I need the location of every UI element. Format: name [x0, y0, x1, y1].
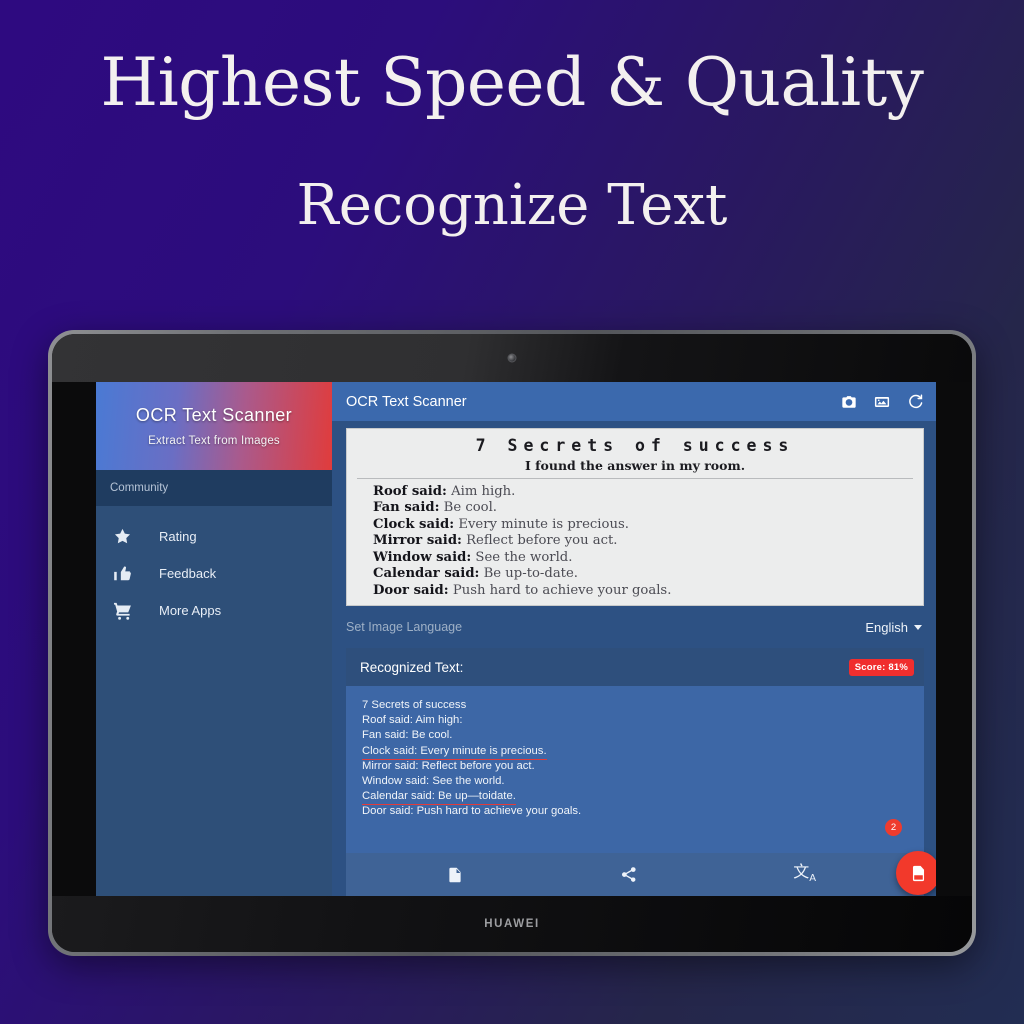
recognized-text-line: Calendar said: Be up—toidate. [362, 786, 910, 806]
chevron-down-icon [914, 624, 922, 630]
suggestion-count-badge[interactable]: 2 [885, 819, 902, 836]
drawer-app-title: OCR Text Scanner [135, 405, 293, 425]
scan-image-line: Window said: See the world. [373, 550, 913, 567]
thumbs-up-icon [113, 564, 143, 583]
scan-line-quote: Every minute is precious. [458, 516, 629, 532]
copy-document-icon[interactable] [446, 866, 464, 884]
scan-line-speaker: Calendar said: [373, 566, 480, 582]
app-bar: OCR Text Scanner [332, 382, 936, 421]
recognized-text-card: Recognized Text: Score: 81% 7 Secrets of… [346, 648, 936, 896]
sidebar-item-more-apps-label: More Apps [159, 603, 222, 618]
gallery-icon[interactable] [874, 394, 890, 410]
recognized-line-text: Door said: Push hard to achieve your goa… [362, 805, 582, 818]
language-selected-value: English [865, 619, 908, 635]
tablet-body: OCR Text Scanner Extract Text from Image… [52, 334, 972, 952]
scan-line-quote: Be cool. [443, 500, 498, 516]
sidebar-item-rating[interactable]: Rating [96, 518, 332, 555]
promo-headline-primary: Highest Speed & Quality [100, 44, 924, 121]
scan-image-line: Roof said: Aim high. [373, 484, 913, 501]
scan-image-line: Door said: Push hard to achieve your goa… [373, 583, 913, 600]
shopping-cart-icon [113, 601, 143, 621]
scan-image-lines: Roof said: Aim high. Fan said: Be cool. … [357, 484, 913, 600]
recognized-text-line: Fan said: Be cool. [362, 725, 910, 741]
scan-image-line: Mirror said: Reflect before you act. [373, 533, 913, 550]
scan-line-quote: See the world. [475, 549, 573, 565]
drawer-app-subtitle: Extract Text from Images [148, 435, 280, 447]
recognized-text-header: Recognized Text: Score: 81% [346, 648, 924, 686]
main-content: OCR Text Scanner 7 Secrets of success I … [332, 382, 936, 896]
drawer-item-list: Rating Feedback More Apps [96, 506, 332, 896]
scan-line-speaker: Window said: [373, 549, 472, 565]
scan-image-line: Clock said: Every minute is precious. [373, 517, 913, 534]
scan-image-line: Calendar said: Be up-to-date. [373, 566, 913, 583]
scanned-image-preview[interactable]: 7 Secrets of success I found the answer … [346, 428, 924, 606]
drawer-section-community: Community [96, 470, 332, 506]
scan-line-speaker: Door said: [373, 583, 449, 598]
recognized-text-line: Window said: See the world. [362, 771, 910, 787]
recognized-text-actions: 文A [346, 851, 936, 896]
sidebar-item-feedback[interactable]: Feedback [96, 555, 332, 592]
promo-headline-secondary: Recognize Text [296, 173, 728, 238]
scan-line-speaker: Fan said: [373, 500, 440, 516]
app-bar-title: OCR Text Scanner [346, 393, 467, 410]
scan-image-title: 7 Secrets of success [475, 436, 795, 455]
device-screen: OCR Text Scanner Extract Text from Image… [96, 382, 936, 896]
recognized-text-line: Door said: Push hard to achieve your goa… [362, 801, 910, 818]
scan-line-quote: Reflect before you act. [466, 533, 618, 549]
promo-headline: Highest Speed & Quality Recognize Text [0, 50, 1024, 234]
translate-glyph: 文A [793, 862, 817, 885]
share-icon[interactable] [620, 866, 638, 884]
scan-image-line: Fan said: Be cool. [373, 500, 913, 517]
sidebar-item-rating-label: Rating [159, 529, 197, 544]
recognized-text-line: Clock said: Every minute is precious. [362, 741, 910, 760]
device-brand-logo: HUAWEI [484, 918, 540, 930]
scan-line-quote: Push hard to achieve your goals. [452, 583, 672, 598]
sidebar-item-feedback-label: Feedback [159, 566, 217, 581]
status-badge: Score: 81% [848, 658, 914, 676]
device-top-bezel [52, 334, 972, 382]
scan-line-speaker: Roof said: [373, 483, 447, 499]
translate-icon[interactable]: 文A [793, 864, 816, 884]
device-bottom-bezel: HUAWEI [52, 896, 972, 952]
drawer-header: OCR Text Scanner Extract Text from Image… [96, 382, 332, 470]
recognized-text-heading: Recognized Text: [360, 659, 464, 675]
scan-line-speaker: Clock said: [373, 516, 455, 532]
language-label: Set Image Language [346, 620, 463, 634]
scan-image-subtitle: I found the answer in my room. [357, 458, 913, 479]
recognized-text-body[interactable]: 7 Secrets of success Roof said: Aim high… [346, 686, 924, 853]
tablet-device-mockup: OCR Text Scanner Extract Text from Image… [48, 330, 976, 956]
refresh-icon[interactable] [907, 393, 924, 410]
app-bar-actions [841, 393, 924, 410]
navigation-drawer: OCR Text Scanner Extract Text from Image… [96, 382, 332, 896]
star-icon [113, 527, 143, 546]
recognized-text-line: Roof said: Aim high: [362, 710, 910, 726]
recognized-text-line: 7 Secrets of success [362, 695, 910, 711]
scan-line-speaker: Mirror said: [373, 533, 462, 549]
export-pdf-fab[interactable] [896, 851, 936, 895]
recognized-text-line: Mirror said: Reflect before you act. [362, 756, 910, 772]
scan-line-quote: Aim high. [451, 483, 516, 499]
language-dropdown[interactable]: English [865, 620, 922, 635]
language-selector-row: Set Image Language English [332, 606, 936, 648]
camera-icon[interactable] [841, 394, 857, 410]
sidebar-item-more-apps[interactable]: More Apps [96, 592, 332, 629]
scan-line-quote: Be up-to-date. [483, 566, 578, 582]
front-camera-icon [507, 353, 517, 363]
